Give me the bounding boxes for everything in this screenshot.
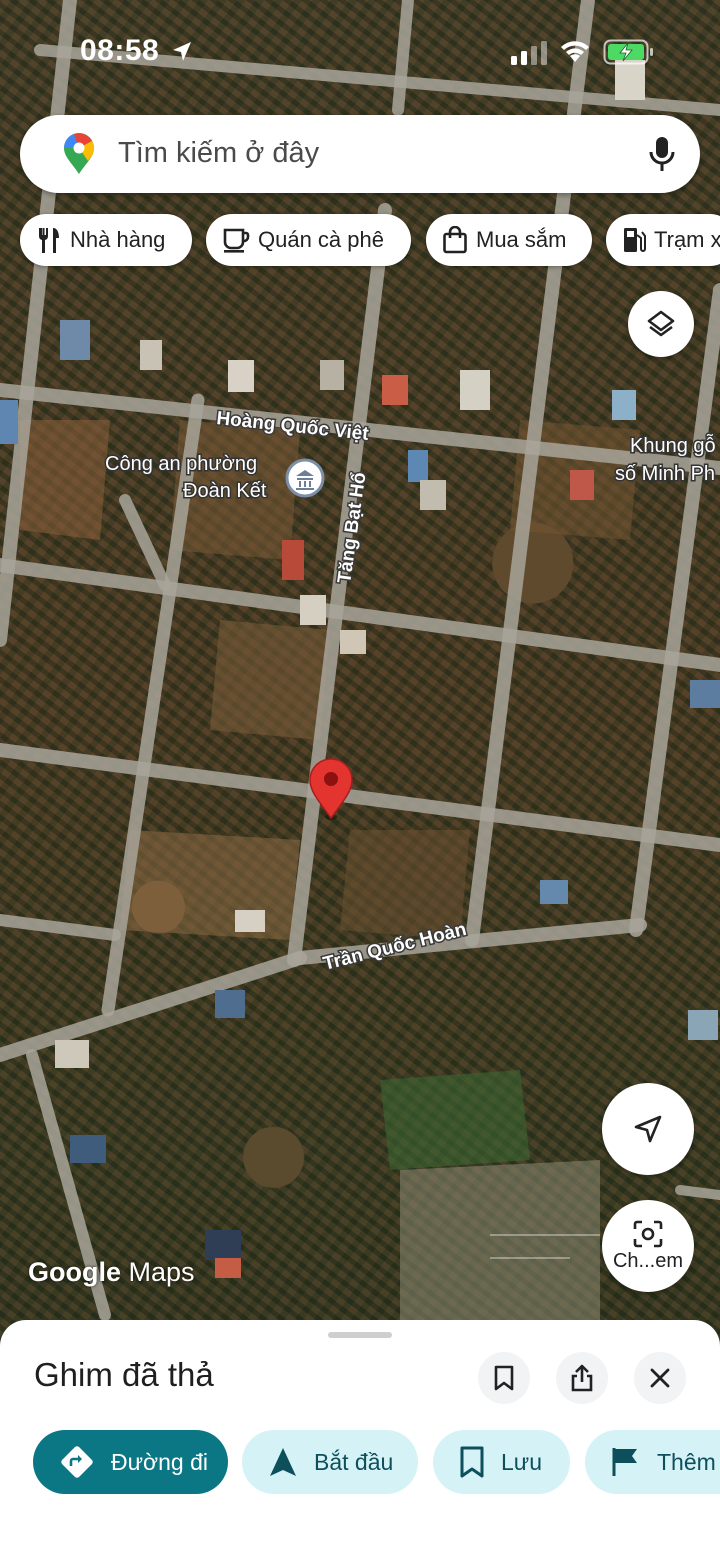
bookmark-icon [460,1446,484,1478]
save-icon-button[interactable] [478,1352,530,1404]
chip-label: Trạm x [654,227,720,252]
bookmark-icon [494,1365,514,1391]
shopping-bag-icon [443,226,467,254]
chip-label: Quán cà phê [258,227,384,252]
place-title: Ghim đã thả [34,1356,214,1393]
layers-button[interactable] [628,291,694,357]
place-bottom-sheet[interactable]: Ghim đã thả Đường đi Bắt đầu Lưu Thêm [0,1320,720,1564]
save-button[interactable]: Lưu [433,1430,570,1494]
gas-station-icon [624,228,646,252]
share-icon [571,1364,593,1392]
directions-button[interactable]: Đường đi [33,1430,228,1494]
search-input[interactable]: Tìm kiếm ở đây [118,137,319,170]
poi-workshop-label-line1[interactable]: Khung gỗ [629,433,718,459]
chip-coffee[interactable]: Quán cà phê [206,214,411,266]
status-bar: 08:58 [0,0,720,100]
start-label: Bắt đầu [314,1448,394,1475]
chip-label: Mua sắm [476,227,567,252]
more-label: Thêm [657,1448,716,1475]
location-services-icon [173,42,191,61]
government-building-icon[interactable] [285,458,325,498]
save-label: Lưu [501,1448,542,1475]
poi-police-label-line2[interactable]: Đoàn Kết [182,479,269,504]
chip-restaurants[interactable]: Nhà hàng [20,214,192,266]
google-maps-watermark: Google Maps [28,1257,195,1288]
directions-label: Đường đi [111,1448,208,1475]
start-button[interactable]: Bắt đầu [242,1430,418,1494]
clock-time: 08:58 [80,34,160,67]
more-button[interactable]: Thêm [585,1430,720,1494]
close-icon [650,1368,670,1388]
share-button[interactable] [556,1352,608,1404]
directions-icon [61,1446,93,1478]
layers-icon [647,310,675,337]
my-location-button[interactable] [602,1083,694,1175]
battery-charging-icon [603,39,653,65]
navigation-arrow-icon [634,1115,662,1143]
watermark-brand: Google [28,1257,121,1287]
wifi-icon [561,41,589,62]
navigation-start-icon [270,1448,296,1476]
lens-button-label: Ch...em [612,1249,684,1272]
search-bar[interactable]: Tìm kiếm ở đây [20,115,700,193]
coffee-cup-icon [223,228,250,253]
chip-gas-station[interactable]: Trạm x [606,214,720,266]
lens-button[interactable]: Ch...em [602,1200,694,1292]
chip-shopping[interactable]: Mua sắm [426,214,592,266]
google-maps-pin-icon [64,133,94,174]
camera-lens-icon [633,1220,663,1247]
flag-icon [612,1448,637,1476]
microphone-icon[interactable] [649,136,675,172]
drag-handle[interactable] [328,1332,392,1338]
cellular-signal-icon [511,41,547,65]
fork-knife-icon [38,228,59,253]
poi-police-label-line1[interactable]: Công an phường [104,452,259,477]
close-button[interactable] [634,1352,686,1404]
poi-workshop-label-line2[interactable]: số Minh Ph [614,462,717,487]
chip-label: Nhà hàng [70,227,166,252]
watermark-product: Maps [128,1257,195,1287]
